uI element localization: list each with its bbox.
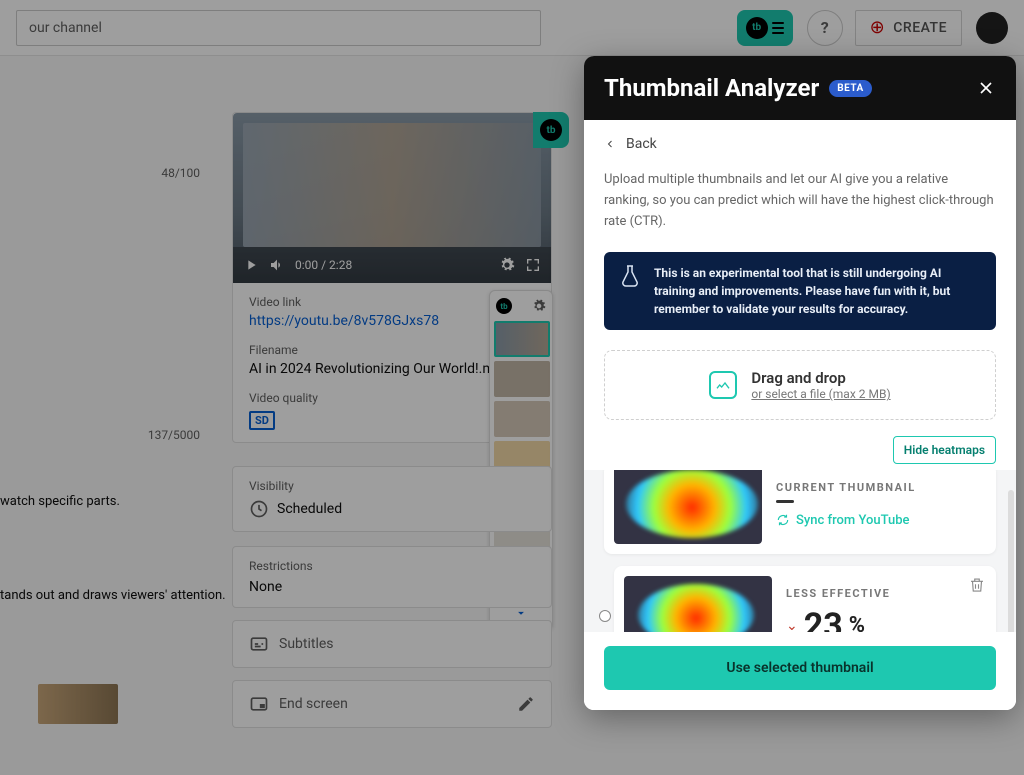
result-card-current[interactable]: CURRENT THUMBNAIL Sync from YouTube bbox=[604, 470, 996, 554]
close-button[interactable] bbox=[976, 78, 996, 98]
hide-heatmaps-button[interactable]: Hide heatmaps bbox=[893, 436, 996, 464]
less-effective-label: LESS EFFECTIVE bbox=[786, 587, 986, 600]
results-area: CURRENT THUMBNAIL Sync from YouTube LESS… bbox=[584, 470, 1016, 632]
sync-button[interactable]: Sync from YouTube bbox=[776, 513, 986, 528]
select-radio[interactable] bbox=[599, 610, 611, 622]
image-upload-icon bbox=[709, 371, 737, 399]
delete-button[interactable] bbox=[968, 576, 986, 598]
experimental-notice: This is an experimental tool that is sti… bbox=[604, 252, 996, 330]
result-thumb-current bbox=[614, 470, 762, 544]
analyzer-header: Thumbnail Analyzer BETA bbox=[584, 56, 1016, 120]
dropzone-subtitle[interactable]: or select a file (max 2 MB) bbox=[751, 387, 890, 401]
result-thumb-less bbox=[624, 576, 772, 632]
sync-icon bbox=[776, 513, 790, 527]
thumbnail-analyzer-panel: Thumbnail Analyzer BETA Back Upload mult… bbox=[584, 56, 1016, 710]
sync-label: Sync from YouTube bbox=[796, 513, 909, 528]
less-pct-value: 23 bbox=[804, 606, 843, 632]
current-value-placeholder bbox=[776, 500, 794, 503]
current-label: CURRENT THUMBNAIL bbox=[776, 481, 986, 494]
close-icon bbox=[976, 78, 996, 98]
notice-text: This is an experimental tool that is sti… bbox=[654, 266, 950, 316]
chevron-left-icon bbox=[604, 138, 616, 150]
trash-icon bbox=[968, 576, 986, 594]
result-card-less[interactable]: LESS EFFECTIVE ⌄ 23% bbox=[614, 566, 996, 632]
dropzone-title: Drag and drop bbox=[751, 369, 890, 387]
upload-dropzone[interactable]: Drag and drop or select a file (max 2 MB… bbox=[604, 350, 996, 420]
pct-sign: % bbox=[849, 613, 865, 632]
back-label: Back bbox=[626, 136, 657, 152]
analyzer-title: Thumbnail Analyzer bbox=[604, 74, 819, 102]
beta-badge: BETA bbox=[829, 80, 872, 97]
use-thumbnail-button[interactable]: Use selected thumbnail bbox=[604, 646, 996, 690]
back-button[interactable]: Back bbox=[584, 120, 1016, 160]
scrollbar[interactable] bbox=[1008, 490, 1014, 632]
flask-icon bbox=[618, 264, 642, 288]
down-caret-icon: ⌄ bbox=[786, 618, 798, 632]
analyzer-description: Upload multiple thumbnails and let our A… bbox=[584, 160, 1016, 242]
